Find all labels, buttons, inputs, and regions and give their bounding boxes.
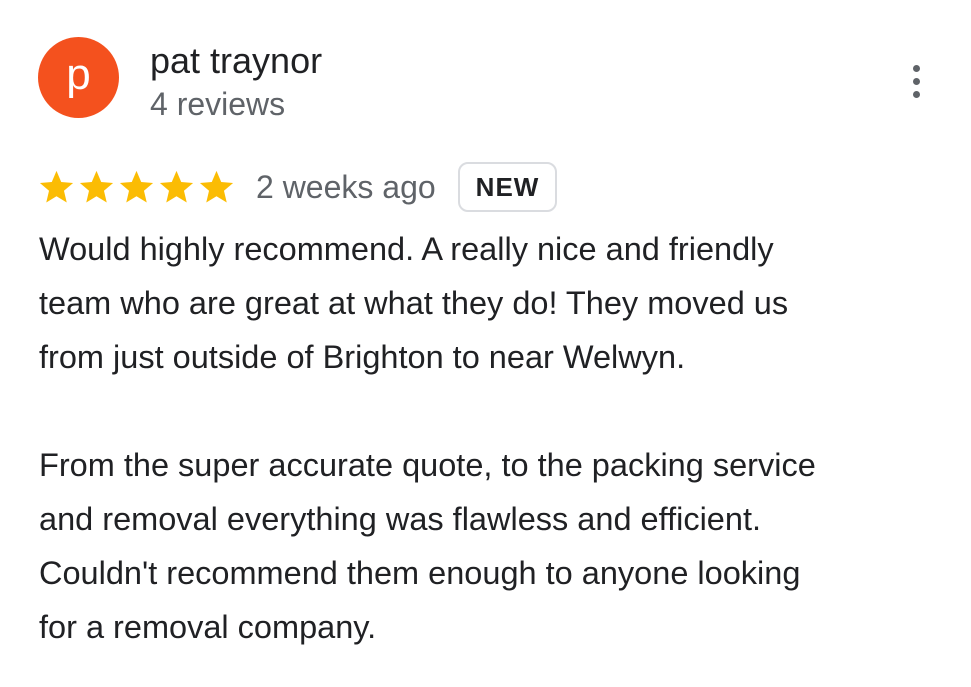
- review-line: Couldn't recommend them enough to anyone…: [39, 555, 801, 591]
- more-vert-icon: [912, 90, 920, 98]
- star-icon: [199, 170, 234, 202]
- avatar[interactable]: p: [38, 37, 119, 118]
- more-vert-icon: [912, 64, 920, 72]
- review-text: Would highly recommend. A really nice an…: [39, 222, 959, 654]
- review-line: From the super accurate quote, to the pa…: [39, 447, 816, 483]
- star-rating: [37, 168, 236, 207]
- avatar-initial: p: [66, 49, 91, 99]
- review-card: p pat traynor 4 reviews 2 weeks ago NEW …: [0, 0, 971, 687]
- rating-row: 2 weeks ago NEW: [37, 160, 558, 214]
- reviewer-name[interactable]: pat traynor: [150, 40, 322, 82]
- review-line: and removal everything was flawless and …: [39, 501, 761, 537]
- review-line: Would highly recommend. A really nice an…: [39, 231, 774, 267]
- star-icon: [79, 170, 114, 202]
- more-options-button[interactable]: [896, 58, 936, 104]
- new-badge: NEW: [457, 162, 558, 212]
- review-line: from just outside of Brighton to near We…: [39, 339, 686, 375]
- more-vert-icon: [912, 77, 920, 85]
- reviewer-review-count: 4 reviews: [150, 86, 286, 122]
- star-icon: [119, 170, 154, 202]
- star-icon: [159, 170, 194, 202]
- review-date: 2 weeks ago: [256, 169, 436, 205]
- review-line: team who are great at what they do! They…: [39, 285, 789, 321]
- star-icon: [39, 170, 74, 202]
- review-line: for a removal company.: [39, 609, 377, 645]
